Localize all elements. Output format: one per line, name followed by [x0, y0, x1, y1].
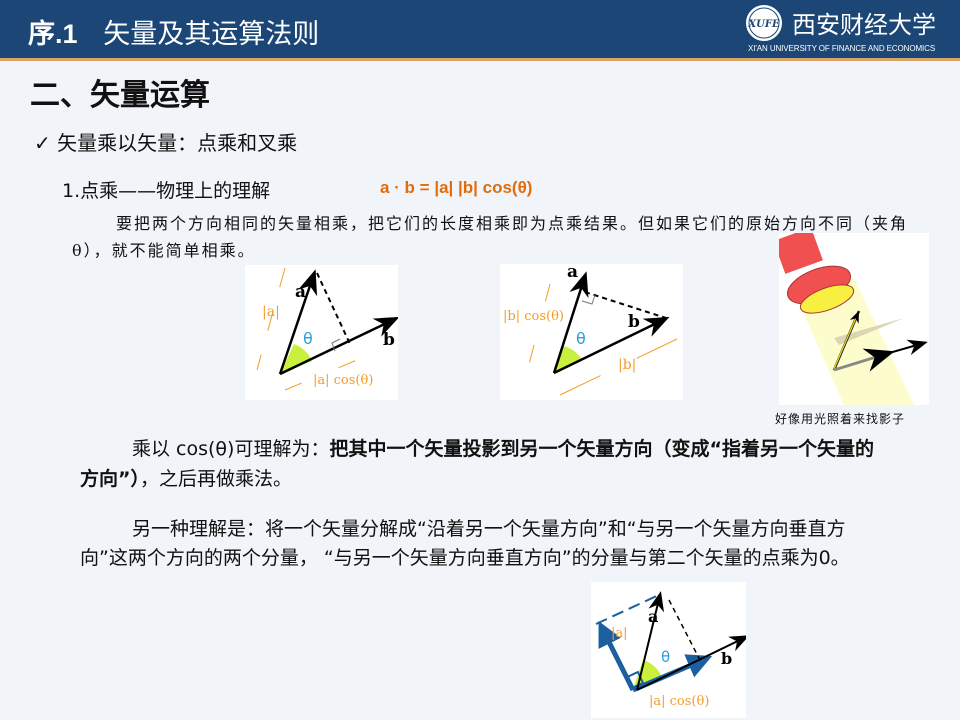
paragraph-2: 乘以 cos(θ)可理解为：把其中一个矢量投影到另一个矢量方向（变成“指着另一个…: [80, 438, 874, 490]
svg-text:|a| cos(θ): |a| cos(θ): [649, 694, 709, 709]
subheading: 1.点乘——物理上的理解: [62, 180, 271, 202]
dot-product-formula: a · b = |a| |b| cos(θ): [380, 178, 533, 197]
svg-text:XUFE: XUFE: [747, 19, 780, 30]
figure-projection-a-on-b: a b θ |a| |a| cos(θ): [245, 265, 398, 400]
svg-text:b: b: [628, 312, 640, 332]
checkmark-icon: ✓: [34, 131, 51, 155]
header-bar: 序.1 矢量及其运算法则 XUFE 西安财经大学 XI'AN UNIVERSIT…: [0, 0, 960, 61]
svg-text:a: a: [648, 607, 658, 626]
svg-text:θ: θ: [661, 648, 670, 666]
university-english-name: XI'AN UNIVERSITY OF FINANCE AND ECONOMIC…: [748, 44, 936, 53]
svg-text:a: a: [567, 264, 578, 282]
figure-vector-decomposition: a b θ |a| |a| cos(θ): [591, 582, 746, 718]
svg-text:|a|: |a|: [611, 626, 628, 641]
svg-text:|a|: |a|: [262, 304, 280, 320]
paragraph-3: 另一种理解是：将一个矢量分解成“沿着另一个矢量方向”和“与另一个矢量方向垂直方向…: [80, 518, 850, 569]
svg-text:θ: θ: [303, 329, 313, 348]
figure-projection-b-on-a: a b θ |b| cos(θ) |b|: [500, 264, 683, 400]
svg-text:|a| cos(θ): |a| cos(θ): [313, 373, 373, 388]
svg-text:|b| cos(θ): |b| cos(θ): [503, 309, 564, 324]
university-logo: XUFE 西安财经大学: [744, 3, 936, 43]
section-title: 二、矢量运算: [30, 78, 210, 113]
svg-text:a: a: [295, 282, 306, 302]
svg-text:b: b: [383, 330, 395, 350]
svg-text:|b|: |b|: [618, 357, 636, 373]
figure-caption: 好像用光照着来找影子: [775, 412, 906, 426]
figure-flashlight: [779, 233, 929, 405]
slide-title: 序.1 矢量及其运算法则: [28, 19, 320, 50]
bullet-item: ✓ 矢量乘以矢量：点乘和叉乘: [34, 131, 298, 155]
svg-text:θ: θ: [576, 329, 586, 348]
svg-text:西安财经大学: 西安财经大学: [792, 11, 936, 39]
svg-text:b: b: [721, 649, 732, 668]
